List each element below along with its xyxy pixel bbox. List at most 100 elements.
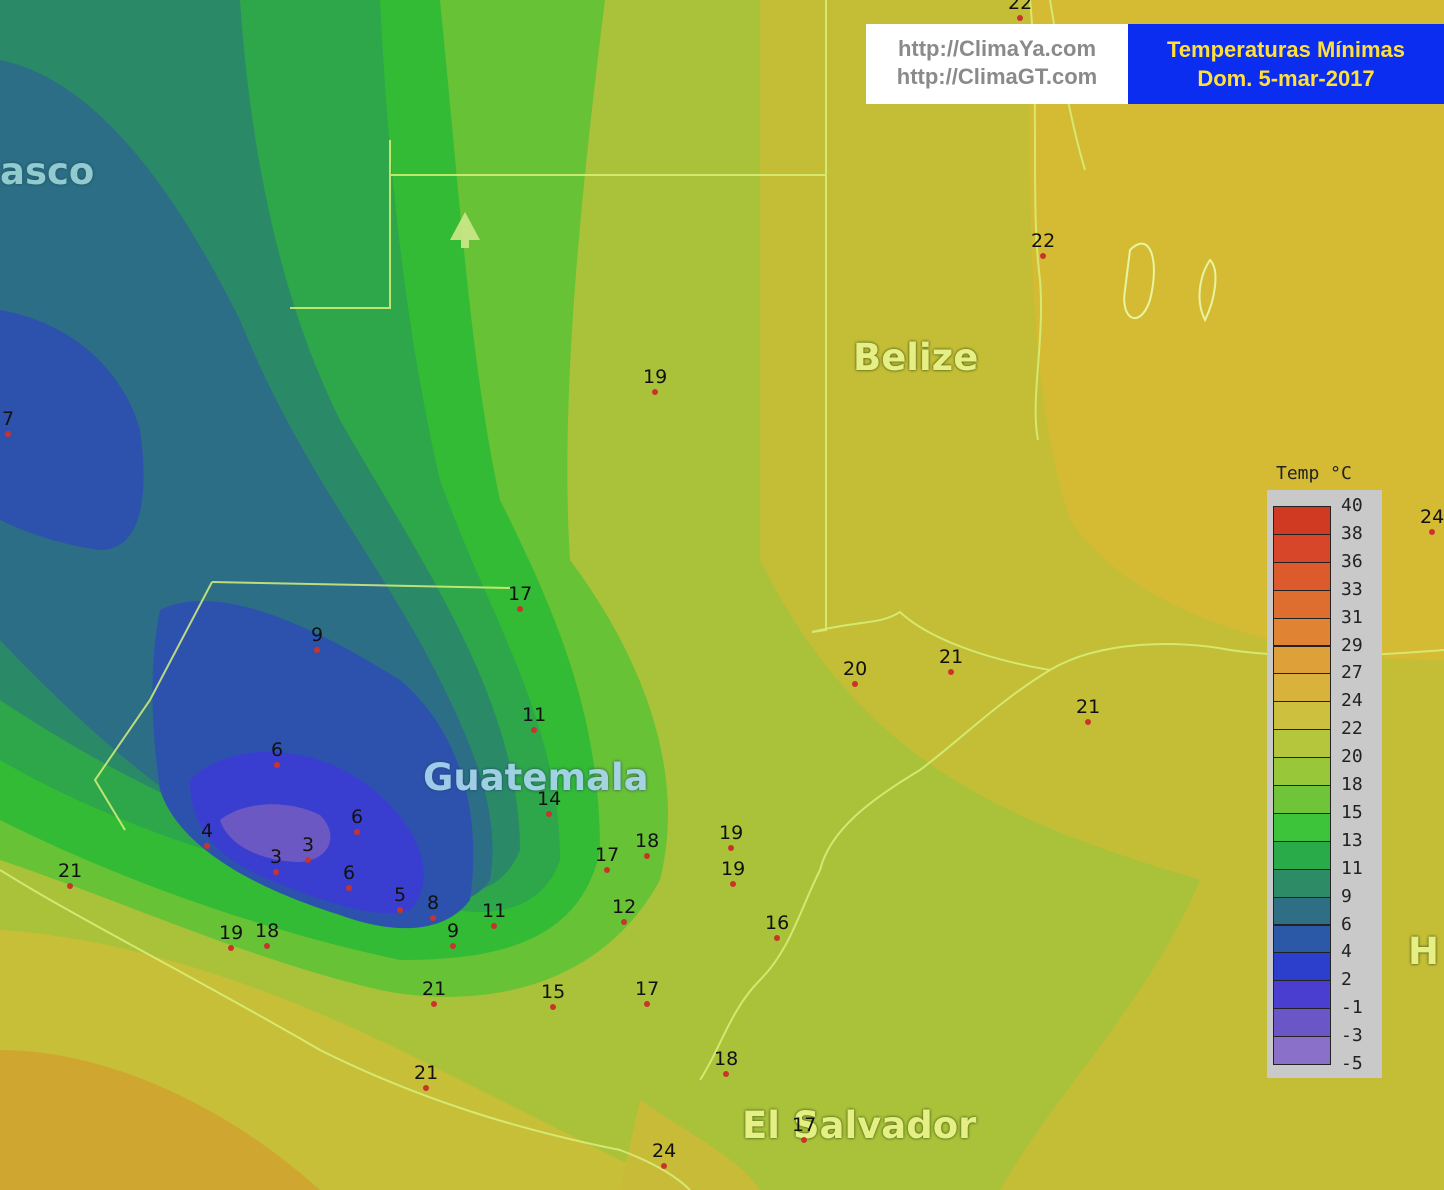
legend-swatch	[1273, 673, 1331, 703]
station-dot	[305, 857, 312, 863]
station-dot	[273, 869, 280, 875]
station-reading: 18	[714, 1050, 738, 1077]
station-reading: 21	[414, 1064, 438, 1091]
legend-swatch	[1273, 561, 1331, 591]
legend-label: 2	[1341, 969, 1352, 991]
legend-title: Temp °C	[1276, 463, 1352, 484]
station-reading: 15	[541, 983, 565, 1010]
station-reading: 16	[765, 914, 789, 941]
legend-swatch	[1273, 952, 1331, 982]
legend-label: 20	[1341, 746, 1363, 768]
station-reading: 11	[522, 706, 546, 733]
legend-swatch	[1273, 645, 1331, 675]
legend-swatch	[1273, 840, 1331, 870]
station-dot	[354, 829, 361, 835]
legend-label: 4	[1341, 941, 1352, 963]
station-reading: 21	[1076, 698, 1100, 725]
station-reading: 3	[302, 836, 314, 863]
legend-label: 27	[1341, 662, 1363, 684]
country-label-honduras: H	[1408, 930, 1439, 973]
station-reading: 19	[719, 824, 743, 851]
url-climagt: http://ClimaGT.com	[896, 64, 1098, 89]
station-reading: 8	[427, 894, 439, 921]
station-reading: 6	[351, 808, 363, 835]
legend-swatch	[1273, 1036, 1331, 1065]
station-reading: 6	[343, 864, 355, 891]
legend-label: 13	[1341, 829, 1363, 851]
station-dot	[346, 885, 353, 891]
legend-label: 33	[1341, 578, 1363, 600]
legend-swatch	[1273, 980, 1331, 1010]
legend-label: 22	[1341, 718, 1363, 740]
station-reading: 24	[652, 1142, 676, 1169]
station-dot	[314, 647, 321, 653]
station-reading: 18	[635, 832, 659, 859]
station-reading: 5	[394, 886, 406, 913]
legend-label: 38	[1341, 522, 1363, 544]
station-reading: 3	[270, 848, 282, 875]
station-reading: 17	[792, 1116, 816, 1143]
country-label-guatemala: Guatemala	[423, 756, 649, 799]
legend-swatch	[1273, 701, 1331, 731]
station-reading: 11	[482, 902, 506, 929]
station-dot	[430, 915, 437, 921]
map-date: Dom. 5-mar-2017	[1197, 66, 1375, 91]
station-reading: 12	[612, 898, 636, 925]
title-box: Temperaturas Mínimas Dom. 5-mar-2017	[1128, 24, 1444, 104]
legend-label: 24	[1341, 690, 1363, 712]
station-reading: 18	[255, 922, 279, 949]
station-reading: 17	[635, 980, 659, 1007]
legend-swatch	[1273, 924, 1331, 954]
temperature-map	[0, 0, 1444, 1190]
station-reading: 6	[271, 741, 283, 768]
legend-label: 11	[1341, 857, 1363, 879]
station-dot	[5, 431, 12, 437]
legend-swatch	[1273, 812, 1331, 842]
station-reading: 24	[1420, 508, 1444, 535]
station-reading: 9	[447, 922, 459, 949]
station-dot	[204, 843, 211, 849]
legend-swatch	[1273, 533, 1331, 563]
legend-label: 40	[1341, 495, 1363, 516]
legend-label: 18	[1341, 774, 1363, 795]
legend-swatch	[1273, 785, 1331, 814]
station-reading: 17	[595, 846, 619, 873]
station-reading: 19	[643, 368, 667, 395]
station-reading: 19	[219, 924, 243, 951]
legend-label: -5	[1341, 1053, 1363, 1074]
station-reading: 4	[201, 822, 213, 849]
legend-label: 29	[1341, 634, 1363, 656]
country-label-el-salvador: El Salvador	[742, 1104, 977, 1147]
station-reading: 20	[843, 660, 867, 687]
legend-swatch	[1273, 589, 1331, 619]
station-reading: 22	[1008, 0, 1032, 21]
legend-swatch	[1273, 1008, 1331, 1038]
station-reading: 21	[939, 648, 963, 675]
station-reading: 19	[721, 860, 745, 887]
station-reading: 9	[311, 626, 323, 653]
legend-label: 15	[1341, 801, 1363, 823]
station-dot	[397, 907, 404, 913]
station-reading: 17	[508, 585, 532, 612]
legend-label: 31	[1341, 606, 1363, 628]
station-dot	[450, 943, 457, 949]
legend-swatch	[1273, 729, 1331, 759]
legend-label: -1	[1341, 997, 1363, 1019]
station-reading: 21	[422, 980, 446, 1007]
station-reading: 21	[58, 862, 82, 889]
legend-swatch	[1273, 506, 1331, 535]
station-dot	[274, 762, 281, 768]
legend-swatch	[1273, 868, 1331, 898]
legend-label: 9	[1341, 885, 1352, 907]
country-label-belize: Belize	[853, 336, 979, 379]
legend-label: 36	[1341, 550, 1363, 572]
legend-swatch	[1273, 617, 1331, 647]
station-reading: 14	[537, 790, 561, 817]
legend-swatch	[1273, 896, 1331, 926]
station-reading: 22	[1031, 232, 1055, 259]
url-climaya: http://ClimaYa.com	[897, 36, 1097, 61]
legend-label: -3	[1341, 1025, 1363, 1047]
temperature-legend: 40 38 36 33 31 29 27 24 22 20 18 15 13 11 9 6 4 2 -1 -3 -5	[1267, 490, 1382, 1078]
map-title: Temperaturas Mínimas	[1166, 37, 1405, 62]
legend-swatch	[1273, 757, 1331, 786]
